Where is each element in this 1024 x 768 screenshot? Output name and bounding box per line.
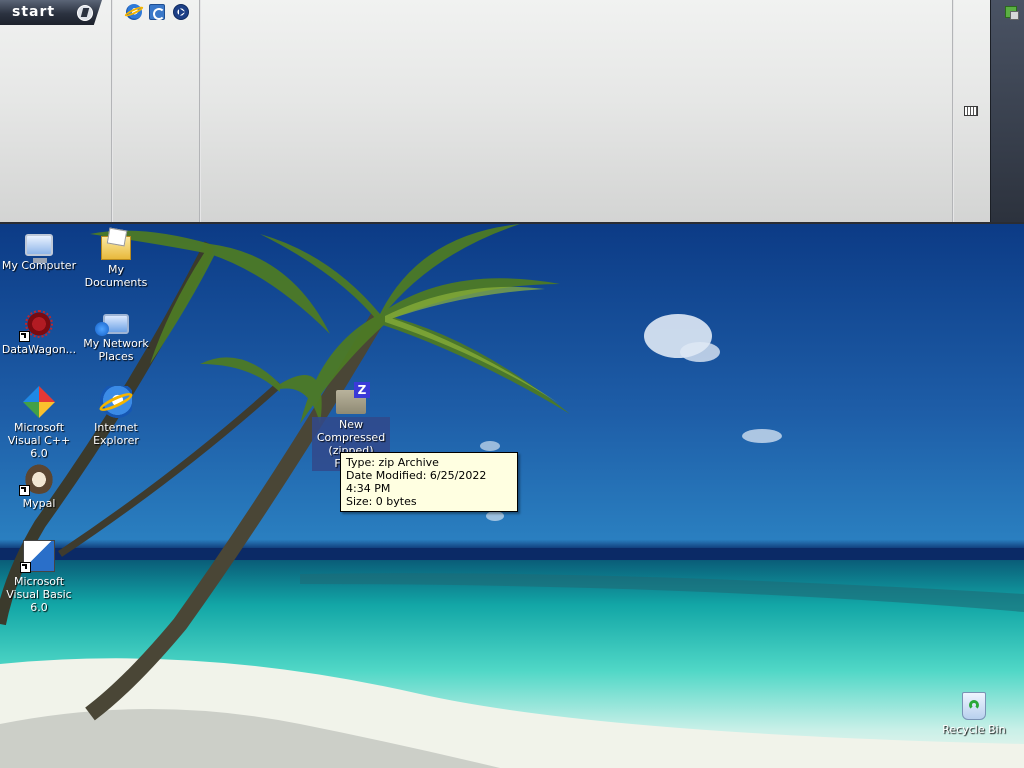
tooltip-size: Size: 0 bytes: [346, 495, 417, 508]
taskbar-separator: [952, 0, 954, 222]
zip-folder-icon: [336, 382, 370, 414]
desktop-icon-visual-cpp[interactable]: Microsoft Visual C++ 6.0: [0, 386, 78, 460]
show-desktop-icon[interactable]: [149, 4, 165, 20]
start-button[interactable]: start: [0, 0, 102, 25]
taskbar-separator: [111, 0, 113, 222]
tooltip-date-modified: Date Modified: 6/25/2022 4:34 PM: [346, 469, 487, 495]
taskbar-separator: [199, 0, 201, 222]
visual-cpp-icon: [23, 386, 55, 418]
desktop-icon-my-documents[interactable]: My Documents: [77, 230, 155, 289]
cloud: [486, 511, 504, 521]
system-tray: [990, 0, 1024, 222]
icon-label: My Documents: [84, 263, 148, 289]
tooltip-type: Type: zip Archive: [346, 456, 439, 469]
computer-icon: [25, 234, 53, 263]
desktop-icon-internet-explorer[interactable]: Internet Explorer: [77, 386, 155, 447]
icon-label: Microsoft Visual Basic 6.0: [6, 575, 72, 614]
horizon: [0, 548, 1024, 560]
network-places-icon: [95, 314, 129, 336]
mypal-icon: [19, 462, 55, 496]
taskbar: start: [0, 0, 1024, 224]
windows-media-player-icon[interactable]: [173, 4, 189, 20]
desktop-icon-datawagon[interactable]: DataWagon...: [0, 308, 78, 356]
file-tooltip: Type: zip Archive Date Modified: 6/25/20…: [340, 452, 518, 512]
icon-label: Internet Explorer: [93, 421, 139, 447]
documents-folder-icon: [101, 236, 131, 260]
datawagon-icon: [19, 308, 55, 342]
cloud: [680, 342, 720, 362]
icon-label: Mypal: [22, 497, 56, 510]
icon-label: My Network Places: [83, 337, 149, 363]
shortcut-arrow-icon: [19, 485, 30, 496]
reef-shadow: [300, 573, 1024, 612]
windows-logo-icon: [77, 5, 93, 21]
network-icon[interactable]: [1005, 6, 1019, 20]
desktop-icon-visual-basic[interactable]: Microsoft Visual Basic 6.0: [0, 540, 78, 614]
desktop-icon-mypal[interactable]: Mypal: [0, 462, 78, 510]
desktop[interactable]: My Computer My Documents DataWagon... My…: [0, 224, 1024, 768]
icon-label: Recycle Bin: [942, 723, 1006, 736]
internet-explorer-icon[interactable]: [126, 4, 142, 20]
desktop-icon-my-network-places[interactable]: My Network Places: [77, 308, 155, 363]
shortcut-arrow-icon: [20, 562, 31, 573]
start-label: start: [12, 4, 56, 20]
internet-explorer-icon: [100, 386, 132, 418]
desktop-icon-my-computer[interactable]: My Computer: [0, 230, 78, 272]
keyboard-icon[interactable]: [964, 106, 978, 116]
visual-basic-icon: [20, 540, 55, 573]
desktop-icon-recycle-bin[interactable]: Recycle Bin: [935, 692, 1013, 736]
recycle-bin-icon: [962, 692, 986, 720]
cloud: [480, 441, 500, 451]
cloud: [742, 429, 782, 443]
icon-label: DataWagon...: [1, 343, 77, 356]
icon-label: Microsoft Visual C++ 6.0: [7, 421, 71, 460]
shortcut-arrow-icon: [19, 331, 30, 342]
